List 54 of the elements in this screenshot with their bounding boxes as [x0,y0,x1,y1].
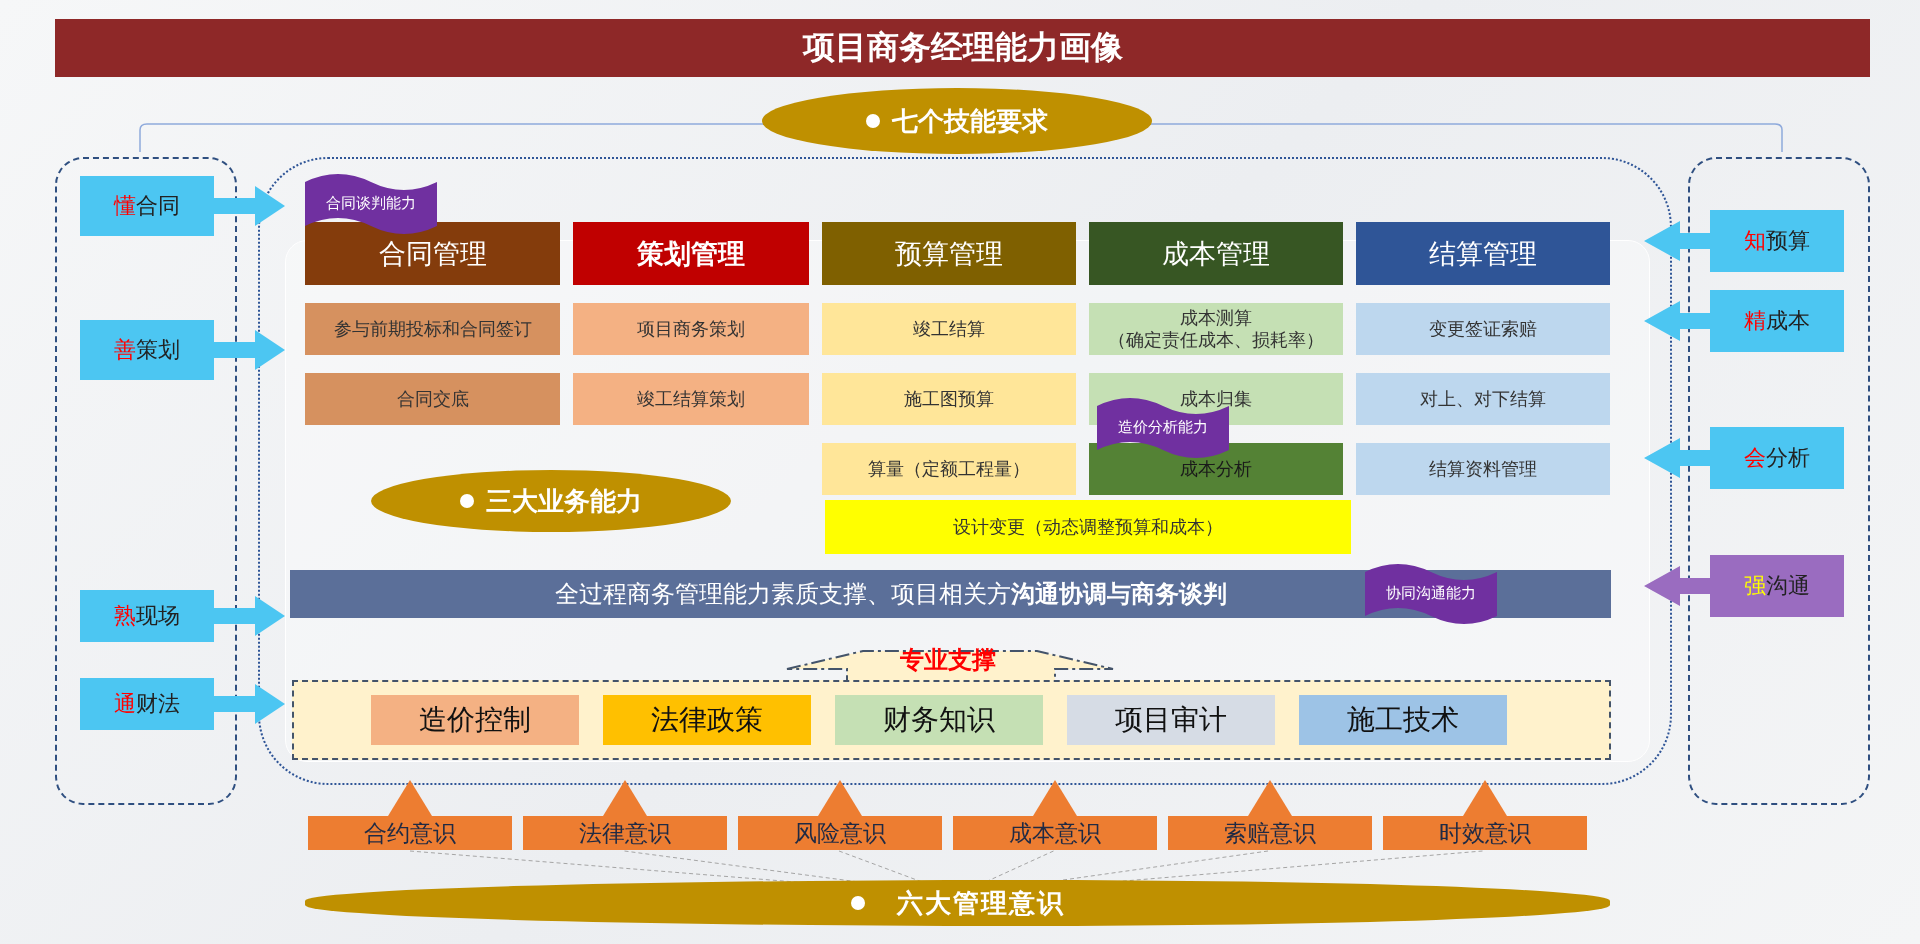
task-box: 成本测算 （确定责任成本、损耗率） [1089,303,1343,355]
arrow-icon [212,596,285,636]
awareness-tag: 成本意识 [953,816,1157,850]
oval-label: 七个技能要求 [892,104,1048,138]
awareness-tag: 索赔意识 [1168,816,1372,850]
bullet-icon [866,114,880,128]
column-header: 结算管理 [1356,222,1610,285]
arrow-icon [1644,438,1710,478]
task-box: 变更签证索赔 [1356,303,1610,355]
task-box: 合同交底 [305,373,560,425]
topic-box: 项目审计 [1067,695,1275,745]
task-box: 竣工结算策划 [573,373,809,425]
skill-label: 懂合同 [80,176,214,236]
column-header: 成本管理 [1089,222,1343,285]
skill-label: 会分析 [1710,427,1844,489]
topic-box: 施工技术 [1299,695,1507,745]
skill-label: 精成本 [1710,290,1844,352]
awareness-tag: 法律意识 [523,816,727,850]
topic-box: 财务知识 [835,695,1043,745]
skill-label: 善策划 [80,320,214,380]
arrow-icon [212,186,285,226]
oval-label: 六大管理意识 [896,886,1065,920]
task-box: 成本分析 [1089,443,1343,495]
arrow-icon [1644,221,1710,261]
topic-box: 造价控制 [371,695,579,745]
skill-label: 强沟通 [1710,555,1844,617]
arrow-icon [212,330,285,370]
bullet-icon [460,494,474,508]
topic-box: 法律政策 [603,695,811,745]
section-title: 专业支撑 [900,645,996,676]
task-box: 参与前期投标和合同签订 [305,303,560,355]
task-box: 设计变更（动态调整预算和成本） [825,500,1351,554]
skill-label: 知预算 [1710,210,1844,272]
column-header: 策划管理 [573,222,809,285]
awareness-tag: 时效意识 [1383,816,1587,850]
task-box: 对上、对下结算 [1356,373,1610,425]
column-header: 预算管理 [822,222,1076,285]
arrow-icon [1644,566,1710,606]
task-box: 算量（定额工程量） [822,443,1076,495]
page-title: 项目商务经理能力画像 [802,27,1123,68]
task-box: 项目商务策划 [573,303,809,355]
skill-label: 熟现场 [80,590,214,642]
skill-label: 通财法 [80,678,214,730]
column-header: 合同管理 [305,222,560,285]
task-box: 施工图预算 [822,373,1076,425]
bullet-icon [850,896,865,910]
task-box: 结算资料管理 [1356,443,1610,495]
task-box: 竣工结算 [822,303,1076,355]
awareness-tag: 合约意识 [308,816,512,850]
banner-text: 全过程商务管理能力素质支撑、项目相关方沟通协调与商务谈判 [555,579,1227,610]
arrow-icon [1644,301,1710,341]
oval-label: 三大业务能力 [486,484,642,518]
awareness-tag: 风险意识 [738,816,942,850]
arrow-icon [212,684,285,724]
